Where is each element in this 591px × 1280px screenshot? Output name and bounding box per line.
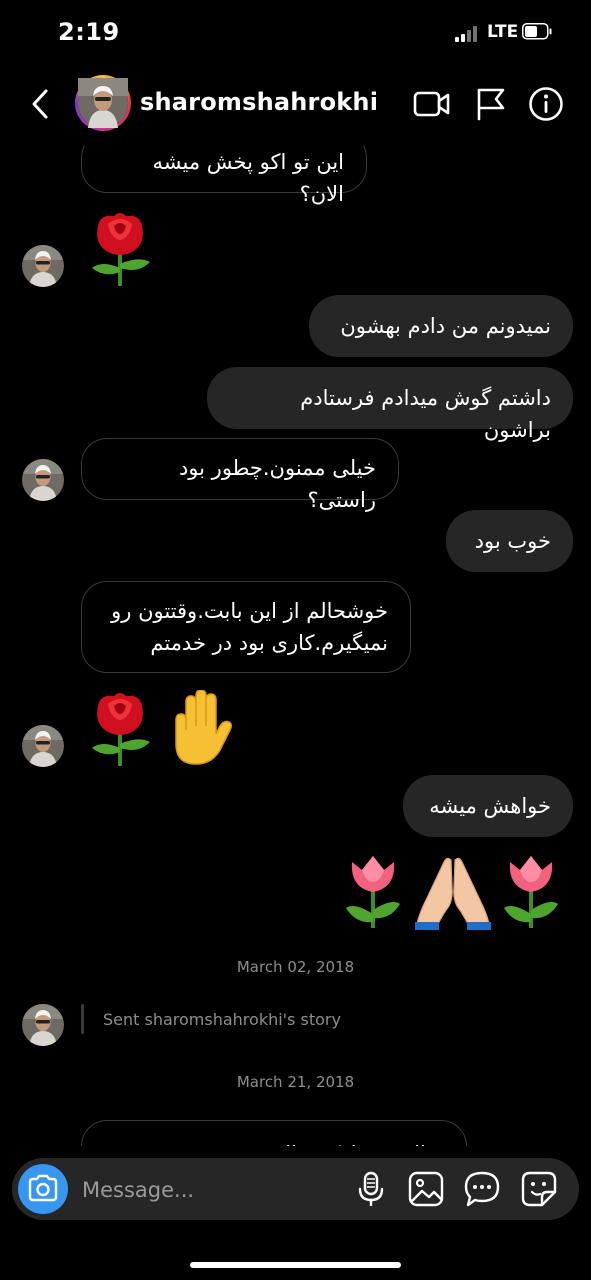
message-text: نمیدونم من دادم بهشون: [340, 314, 551, 338]
sticker-icon[interactable]: [520, 1170, 558, 1208]
message-text: خواهش میشه: [429, 794, 551, 818]
message-text: خیلی ممنون.چطور بود راستی؟: [178, 456, 376, 512]
rose-emoji: [92, 693, 150, 766]
received-message[interactable]: خوشحالم از این بابت.وقتتون رو نمیگیرم.کا…: [81, 581, 411, 673]
signal-icon: [455, 26, 481, 42]
tulip-emoji: [504, 856, 558, 928]
status-bar: 2:19 LTE: [0, 0, 591, 62]
header-username[interactable]: sharomshahrokhi: [140, 88, 378, 116]
sent-message[interactable]: خواهش میشه: [403, 775, 573, 837]
microphone-icon[interactable]: [352, 1170, 390, 1208]
message-text: سال نو مبارک سالومه ی عزیز.امیدوارم: [104, 1138, 444, 1146]
sent-message[interactable]: داشتم گوش میدادم فرستادم براشون: [207, 367, 573, 442]
message-text: داشتم گوش میدادم فرستادم براشون: [300, 386, 551, 442]
date-separator: March 02, 2018: [236, 958, 355, 976]
header-avatar[interactable]: [75, 75, 131, 131]
message-list[interactable]: این تو اکو پخش میشه الان؟ نمیدونم من داد…: [0, 146, 591, 1146]
received-message[interactable]: سال نو مبارک سالومه ی عزیز.امیدوارم: [81, 1120, 467, 1146]
folded-hands-emoji: [415, 857, 491, 930]
camera-button[interactable]: [18, 1164, 68, 1214]
received-message[interactable]: خیلی ممنون.چطور بود راستی؟: [81, 438, 399, 512]
message-text: خوب بود: [474, 529, 551, 553]
video-call-icon[interactable]: [413, 86, 451, 122]
gallery-icon[interactable]: [407, 1170, 445, 1208]
message-input[interactable]: [80, 1170, 284, 1210]
chat-header: sharomshahrokhi: [0, 62, 591, 146]
story-reply-bar: [81, 1004, 84, 1034]
message-text: این تو اکو پخش میشه الان؟: [152, 150, 345, 206]
avatar[interactable]: [22, 245, 64, 287]
avatar[interactable]: [22, 725, 64, 767]
avatar[interactable]: [22, 1004, 64, 1046]
sent-message[interactable]: خوب بود: [446, 510, 573, 572]
raised-hand-emoji: [175, 690, 233, 765]
camera-icon: [28, 1174, 58, 1202]
network-label: LTE: [487, 22, 519, 42]
message-text-line: خوشحالم از این بابت.وقتتون رو: [111, 599, 388, 623]
flag-icon[interactable]: [472, 86, 510, 122]
info-icon[interactable]: [527, 86, 565, 122]
battery-icon: [522, 23, 552, 40]
message-text-line: نمیگیرم.کاری بود در خدمتم: [150, 631, 388, 655]
back-chevron-icon[interactable]: [26, 88, 56, 120]
home-indicator[interactable]: [190, 1262, 401, 1268]
date-separator: March 21, 2018: [236, 1073, 355, 1091]
tulip-emoji: [346, 856, 400, 928]
message-composer: [12, 1158, 579, 1220]
sent-message[interactable]: نمیدونم من دادم بهشون: [309, 295, 573, 357]
status-time: 2:19: [58, 18, 120, 46]
quick-reply-icon[interactable]: [463, 1170, 501, 1208]
avatar[interactable]: [22, 459, 64, 501]
story-shared-label[interactable]: Sent sharomshahrokhi's story: [103, 1010, 341, 1029]
received-message[interactable]: این تو اکو پخش میشه الان؟: [81, 146, 367, 206]
rose-emoji: [92, 213, 150, 286]
